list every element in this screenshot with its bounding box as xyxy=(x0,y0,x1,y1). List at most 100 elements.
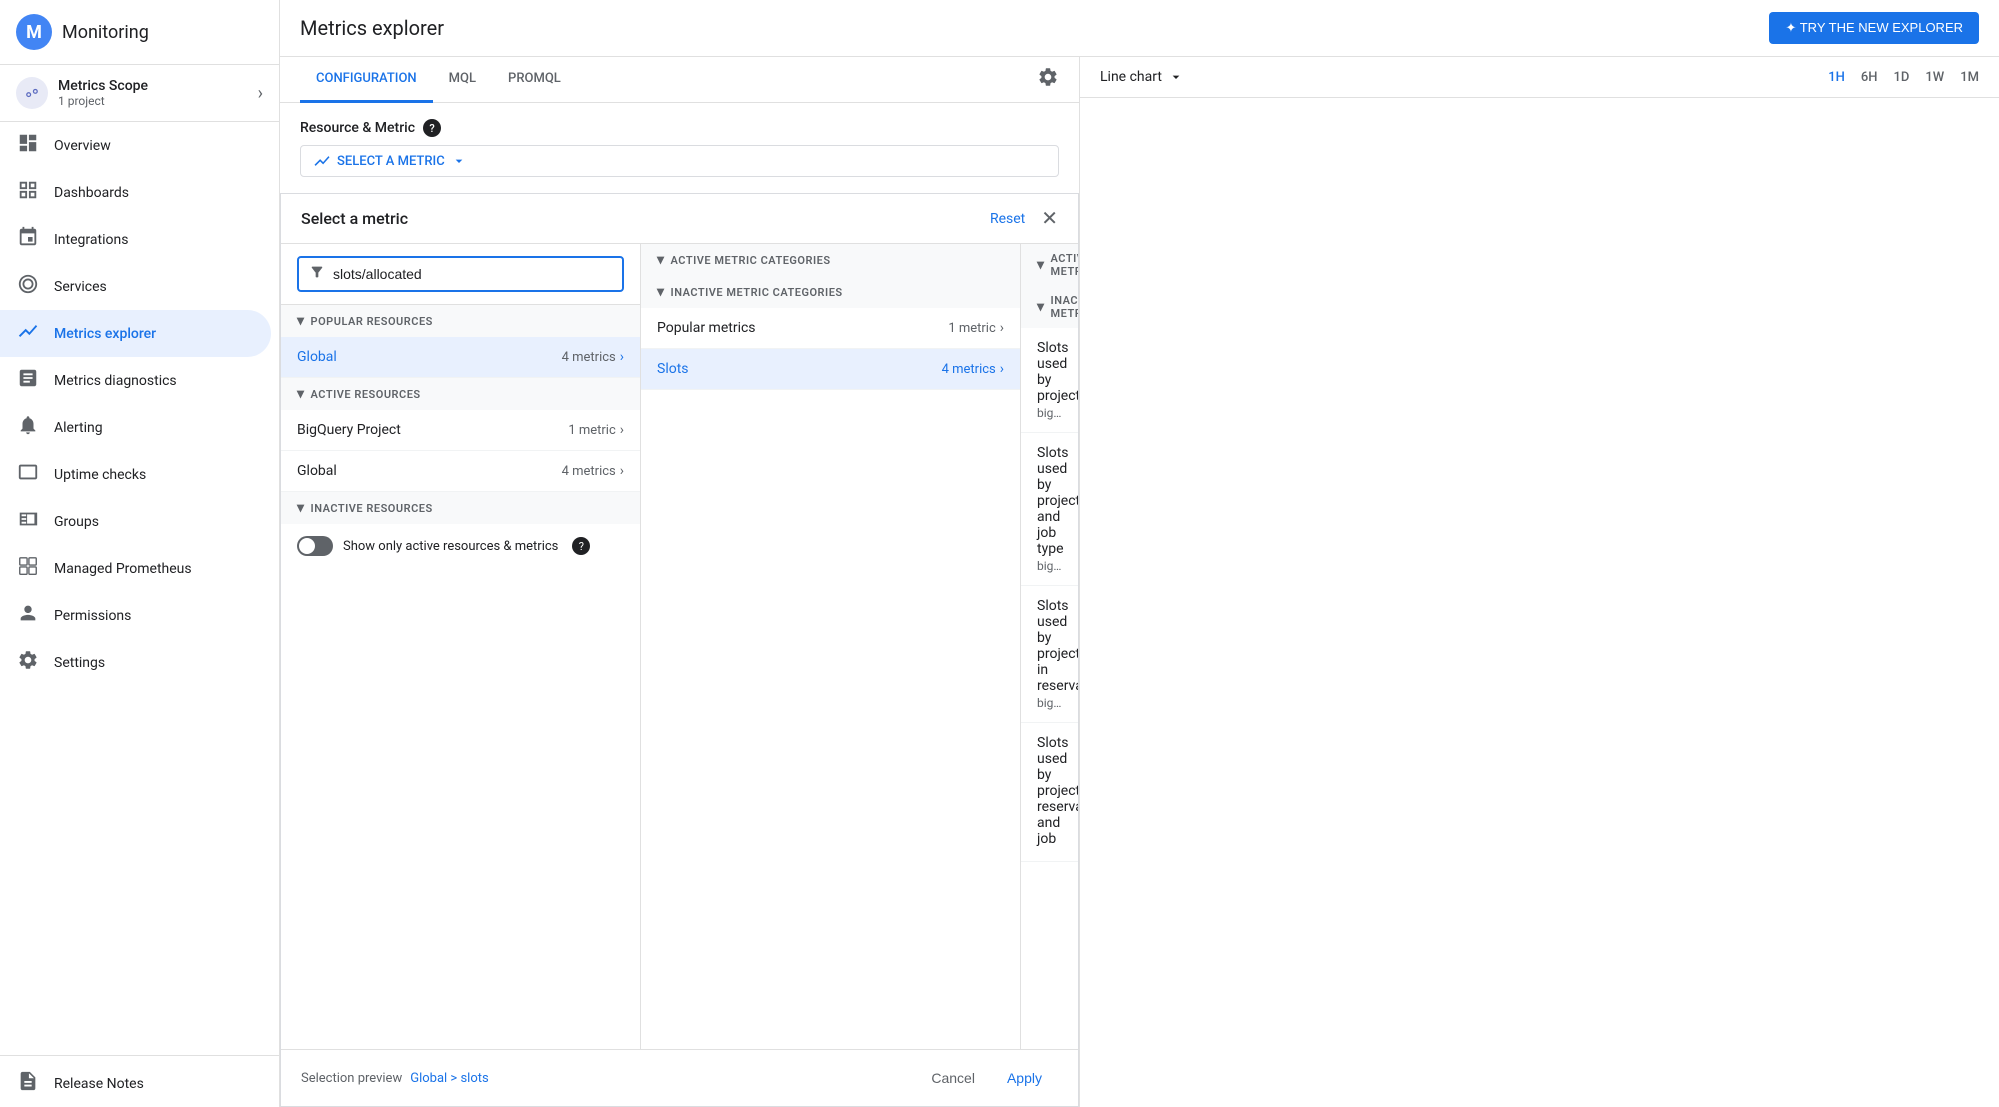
chart-type-label: Line chart xyxy=(1100,69,1162,85)
category-item-popular-metrics[interactable]: Popular metrics 1 metric › xyxy=(641,308,1020,349)
toggle-label: Show only active resources & metrics xyxy=(343,539,558,554)
resource-name-global-popular: Global xyxy=(297,349,562,365)
tabs-bar: CONFIGURATION MQL PROMQL xyxy=(280,57,1079,103)
selection-preview-bar: Selection preview Global > slots Cancel … xyxy=(281,1049,1078,1106)
metrics-explorer-icon xyxy=(16,320,40,347)
active-categories-label: ACTIVE METRIC CATEGORIES xyxy=(671,254,831,267)
tab-mql[interactable]: MQL xyxy=(433,57,492,103)
close-button[interactable]: ✕ xyxy=(1041,206,1058,231)
active-categories-header: ▾ ACTIVE METRIC CATEGORIES xyxy=(641,244,1020,276)
category-item-slots[interactable]: Slots 4 metrics › xyxy=(641,349,1020,390)
resource-metric-help-icon[interactable]: ? xyxy=(423,119,441,137)
metric-path-3: bigquery.googleapis.com/slots/allocated_… xyxy=(1037,696,1062,710)
toggle-row: Show only active resources & metrics ? xyxy=(281,524,640,568)
chart-toolbar: Line chart 1H 6H 1D 1W 1M xyxy=(1080,57,1999,98)
metric-selector-dialog: Select a metric Reset ✕ xyxy=(280,193,1079,1107)
sidebar-item-permissions[interactable]: Permissions xyxy=(0,592,271,639)
time-opt-1h[interactable]: 1H xyxy=(1828,70,1845,85)
overview-icon xyxy=(16,132,40,159)
top-bar: Metrics explorer ✦ TRY THE NEW EXPLORER xyxy=(280,0,1999,57)
metric-item-slots-used-by-project[interactable]: Slots used by project bigquery.googleapi… xyxy=(1021,328,1078,433)
metric-name-1: Slots used by project xyxy=(1037,340,1062,404)
main-content: Metrics explorer ✦ TRY THE NEW EXPLORER … xyxy=(280,0,1999,1107)
chevron-down-icon: ▾ xyxy=(297,500,305,516)
metric-path-1: bigquery.googleapis.com/slots/allocated_… xyxy=(1037,406,1062,420)
popular-resources-header: ▾ POPULAR RESOURCES xyxy=(281,305,640,337)
resource-item-global-popular[interactable]: Global 4 metrics › xyxy=(281,337,640,378)
resource-name-global-active: Global xyxy=(297,463,562,479)
resource-item-bigquery-project[interactable]: BigQuery Project 1 metric › xyxy=(281,410,640,451)
chevron-down-icon: ▾ xyxy=(297,313,305,329)
sidebar-item-label-managed-prometheus: Managed Prometheus xyxy=(54,561,192,577)
sidebar-item-overview[interactable]: Overview xyxy=(0,122,271,169)
sidebar-item-settings[interactable]: Settings xyxy=(0,639,271,686)
dashboards-icon xyxy=(16,179,40,206)
alerting-icon xyxy=(16,414,40,441)
resource-count-bigquery: 1 metric xyxy=(568,423,615,438)
time-opt-1w[interactable]: 1W xyxy=(1925,70,1944,85)
sidebar-item-managed-prometheus[interactable]: Managed Prometheus xyxy=(0,545,271,592)
time-options: 1H 6H 1D 1W 1M xyxy=(1828,70,1979,85)
resource-name-bigquery: BigQuery Project xyxy=(297,422,568,438)
resources-list: ▾ POPULAR RESOURCES Global 4 metrics › ▾ xyxy=(281,305,640,1049)
search-input-wrapper xyxy=(297,256,624,292)
sidebar-item-services[interactable]: Services xyxy=(0,263,271,310)
chart-type-selector[interactable]: Line chart xyxy=(1100,69,1184,85)
time-opt-6h[interactable]: 6H xyxy=(1861,70,1878,85)
sidebar-item-uptime-checks[interactable]: Uptime checks xyxy=(0,451,271,498)
apply-button[interactable]: Apply xyxy=(991,1062,1058,1094)
resource-count-global-active: 4 metrics xyxy=(562,464,616,479)
metric-selector-title: Select a metric xyxy=(301,209,990,228)
filter-icon xyxy=(309,264,325,284)
sidebar-item-release-notes[interactable]: Release Notes xyxy=(0,1060,271,1107)
sidebar-item-label-integrations: Integrations xyxy=(54,232,128,248)
sidebar-item-alerting[interactable]: Alerting xyxy=(0,404,271,451)
sidebar: M Monitoring Metrics Scope 1 project › O… xyxy=(0,0,280,1107)
sidebar-nav: Overview Dashboards Integrations Service… xyxy=(0,122,279,686)
sidebar-item-label-release-notes: Release Notes xyxy=(54,1076,144,1092)
sidebar-item-dashboards[interactable]: Dashboards xyxy=(0,169,271,216)
resources-column: ▾ POPULAR RESOURCES Global 4 metrics › ▾ xyxy=(281,244,641,1049)
popular-metrics-count: 1 metric xyxy=(948,321,995,336)
cancel-button[interactable]: Cancel xyxy=(915,1062,991,1094)
metrics-list: ▾ ACTIVE METRICS ▾ INACTIVE METRICS Slot… xyxy=(1021,244,1078,1049)
inactive-metrics-label: INACTIVE METRICS xyxy=(1051,294,1078,320)
select-metric-button[interactable]: SELECT A METRIC xyxy=(300,145,1059,177)
preview-label: Selection preview xyxy=(301,1071,402,1086)
sidebar-item-label-settings: Settings xyxy=(54,655,105,671)
active-only-toggle[interactable] xyxy=(297,536,333,556)
chevron-down-icon: ▾ xyxy=(297,386,305,402)
uptime-checks-icon xyxy=(16,461,40,488)
tab-promql[interactable]: PROMQL xyxy=(492,57,577,103)
select-metric-btn-label: SELECT A METRIC xyxy=(337,154,445,169)
sidebar-item-metrics-explorer[interactable]: Metrics explorer xyxy=(0,310,271,357)
chevron-right-icon: › xyxy=(620,422,624,438)
managed-prometheus-icon xyxy=(16,555,40,582)
sidebar-item-integrations[interactable]: Integrations xyxy=(0,216,271,263)
metric-item-slots-in-reservation[interactable]: Slots used by project in reservation big… xyxy=(1021,586,1078,723)
metric-item-slots-reservation-and-job[interactable]: Slots used by project, reservation, and … xyxy=(1021,723,1078,862)
tab-configuration[interactable]: CONFIGURATION xyxy=(300,57,433,103)
metrics-scope-section[interactable]: Metrics Scope 1 project › xyxy=(0,65,279,122)
chart-area xyxy=(1080,98,1999,1107)
reset-link[interactable]: Reset xyxy=(990,211,1025,227)
content-area: CONFIGURATION MQL PROMQL Resource & Metr… xyxy=(280,57,1999,1107)
page-title: Metrics explorer xyxy=(300,16,1753,40)
time-opt-1m[interactable]: 1M xyxy=(1960,70,1979,85)
toggle-help-icon[interactable]: ? xyxy=(572,537,590,555)
resource-metric-header: Resource & Metric ? xyxy=(280,103,1079,145)
sidebar-item-metrics-diagnostics[interactable]: Metrics diagnostics xyxy=(0,357,271,404)
search-input[interactable] xyxy=(333,266,612,282)
try-new-explorer-button[interactable]: ✦ TRY THE NEW EXPLORER xyxy=(1769,12,1979,44)
toggle-knob xyxy=(299,538,315,554)
metrics-scope-title: Metrics Scope xyxy=(58,78,248,94)
resource-item-global-active[interactable]: Global 4 metrics › xyxy=(281,451,640,492)
settings-gear-icon[interactable] xyxy=(1037,66,1059,93)
sidebar-item-groups[interactable]: Groups xyxy=(0,498,271,545)
sidebar-item-label-groups: Groups xyxy=(54,514,99,530)
time-opt-1d[interactable]: 1D xyxy=(1894,70,1910,85)
chevron-right-icon: › xyxy=(1000,320,1004,336)
active-resources-header: ▾ ACTIVE RESOURCES xyxy=(281,378,640,410)
groups-icon xyxy=(16,508,40,535)
metric-item-slots-by-job-type[interactable]: Slots used by project and job type bigqu… xyxy=(1021,433,1078,586)
